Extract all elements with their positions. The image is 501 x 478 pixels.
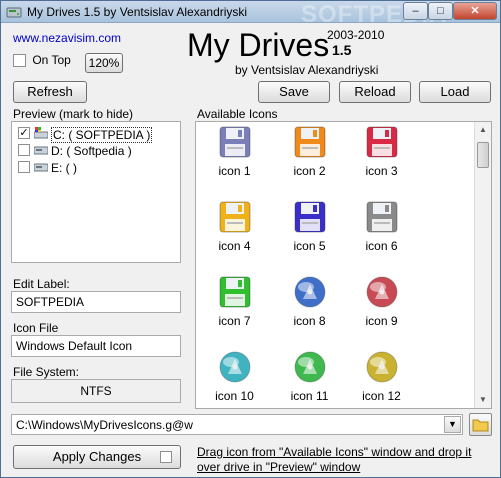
drag-hint-text: Drag icon from "Available Icons" window …: [197, 445, 472, 474]
icon-caption: icon 10: [215, 389, 254, 403]
available-icons-heading: Available Icons: [197, 107, 278, 121]
icon-caption: icon 2: [293, 164, 326, 178]
drive-d-checkbox[interactable]: [18, 144, 30, 156]
icon-path-value: C:\Windows\MyDrivesIcons.g@w: [16, 418, 193, 432]
icons-scrollbar[interactable]: ▲ ▼: [474, 122, 491, 408]
available-icon-9[interactable]: icon 9: [344, 275, 419, 345]
floppy-disk-icon: [366, 126, 397, 158]
drive-c-label[interactable]: C: ( SOFTPEDIA ): [51, 127, 153, 143]
drive-c-checkbox[interactable]: ✓: [18, 127, 30, 139]
disc-icon: [219, 351, 250, 383]
drive-d-label[interactable]: D: ( Softpedia ): [51, 144, 132, 158]
icon-file-heading: Icon File: [13, 321, 59, 335]
preview-heading: Preview (mark to hide): [13, 107, 134, 121]
icon-caption: icon 12: [362, 389, 401, 403]
minimize-button[interactable]: –: [403, 2, 428, 20]
available-icon-10[interactable]: icon 10: [197, 350, 272, 408]
app-window: My Drives 1.5 by Ventsislav Alexandriysk…: [0, 0, 501, 478]
edit-label-input[interactable]: SOFTPEDIA: [11, 291, 181, 313]
website-link[interactable]: www.nezavisim.com: [13, 31, 121, 45]
disc-icon: [294, 351, 325, 383]
scroll-up-arrow-icon[interactable]: ▲: [478, 126, 488, 134]
icon-caption: icon 3: [365, 164, 398, 178]
reload-button[interactable]: Reload: [339, 81, 411, 103]
close-button[interactable]: ✕: [453, 2, 497, 20]
app-name: My Drives: [187, 27, 330, 63]
available-icon-11[interactable]: icon 11: [272, 350, 347, 408]
apply-changes-label: Apply Changes: [52, 449, 142, 464]
floppy-disk-icon: [219, 201, 250, 233]
windows-drive-icon: [34, 127, 48, 139]
scroll-thumb[interactable]: [477, 142, 489, 168]
available-icon-2[interactable]: icon 2: [272, 125, 347, 195]
apply-changes-button[interactable]: Apply Changes: [13, 445, 181, 469]
floppy-disk-icon: [294, 201, 325, 233]
zoom-button[interactable]: 120%: [85, 53, 123, 73]
icon-path-combobox[interactable]: C:\Windows\MyDrivesIcons.g@w ▼: [11, 414, 463, 435]
file-system-heading: File System:: [13, 365, 80, 379]
apply-changes-checkbox[interactable]: [160, 451, 172, 463]
window-title: My Drives 1.5 by Ventsislav Alexandriysk…: [27, 5, 248, 19]
drive-e-checkbox[interactable]: [18, 161, 30, 173]
floppy-disk-icon: [294, 126, 325, 158]
available-icon-5[interactable]: icon 5: [272, 200, 347, 270]
chevron-down-icon[interactable]: ▼: [444, 416, 461, 433]
years-label: 2003-2010: [327, 28, 385, 42]
icon-caption: icon 4: [218, 239, 251, 253]
on-top-checkbox[interactable]: On Top: [13, 53, 71, 68]
preview-tree[interactable]: ✓ C: ( SOFTPEDIA ) D: ( Softpedia ) E: (: [11, 121, 181, 263]
available-icons-panel[interactable]: icon 1 icon 2 icon 3 icon 4 icon 5 icon 6 icon…: [195, 121, 492, 409]
version-label: 1.5: [332, 42, 352, 58]
disc-icon: [366, 351, 397, 383]
floppy-disk-icon: [219, 276, 250, 308]
title-bar: My Drives 1.5 by Ventsislav Alexandriysk…: [1, 1, 500, 28]
hard-drive-icon: [34, 163, 48, 172]
icon-caption: icon 1: [218, 164, 251, 178]
disc-icon: [294, 276, 325, 308]
icon-caption: icon 5: [293, 239, 326, 253]
available-icon-3[interactable]: icon 3: [344, 125, 419, 195]
scroll-down-arrow-icon[interactable]: ▼: [478, 396, 488, 404]
icon-caption: icon 11: [290, 389, 329, 403]
refresh-button[interactable]: Refresh: [13, 81, 87, 103]
icon-caption: icon 7: [218, 314, 251, 328]
icon-caption: icon 9: [365, 314, 398, 328]
available-icon-7[interactable]: icon 7: [197, 275, 272, 345]
available-icon-6[interactable]: icon 6: [344, 200, 419, 270]
icon-caption: icon 6: [365, 239, 398, 253]
file-system-value: NTFS: [11, 379, 181, 403]
app-drive-icon: [6, 7, 22, 18]
icon-caption: icon 8: [293, 314, 326, 328]
hard-drive-icon: [34, 146, 48, 155]
folder-icon: [472, 419, 489, 432]
icon-file-input[interactable]: Windows Default Icon: [11, 335, 181, 357]
available-icon-4[interactable]: icon 4: [197, 200, 272, 270]
load-button[interactable]: Load: [419, 81, 491, 103]
available-icon-8[interactable]: icon 8: [272, 275, 347, 345]
floppy-disk-icon: [366, 201, 397, 233]
edit-label-heading: Edit Label:: [13, 277, 70, 291]
floppy-disk-icon: [219, 126, 250, 158]
on-top-label: On Top: [32, 53, 71, 67]
author-byline: by Ventsislav Alexandriyski: [235, 63, 379, 77]
save-button[interactable]: Save: [258, 81, 330, 103]
on-top-check-box[interactable]: [13, 54, 26, 68]
maximize-button[interactable]: □: [428, 2, 453, 20]
available-icon-12[interactable]: icon 12: [344, 350, 419, 408]
browse-folder-button[interactable]: [469, 413, 492, 436]
available-icon-1[interactable]: icon 1: [197, 125, 272, 195]
disc-icon: [366, 276, 397, 308]
drive-e-label[interactable]: E: ( ): [51, 161, 77, 175]
